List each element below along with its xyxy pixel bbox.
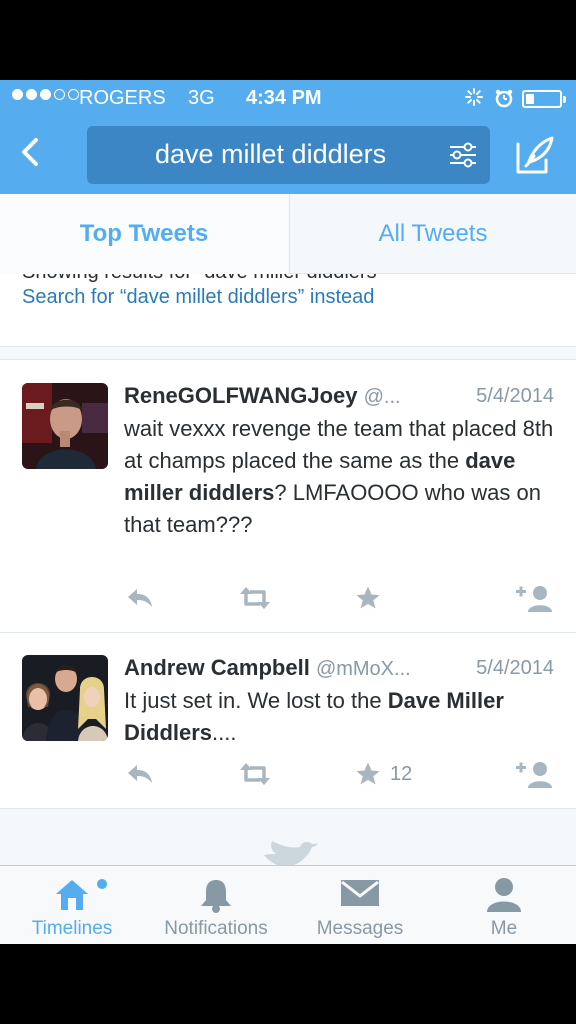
author-handle: @mMoX... [315, 658, 411, 680]
tweet-text-part: It just set in. We lost to the [124, 688, 388, 713]
back-button[interactable] [12, 132, 52, 172]
carrier-name: ROGERS [79, 87, 166, 109]
follow-button[interactable] [516, 759, 556, 789]
favorite-count: 12 [390, 762, 413, 785]
filter-sliders-icon[interactable] [448, 141, 478, 169]
signal-strength-icon [12, 89, 79, 100]
reply-button[interactable] [126, 759, 154, 789]
activity-spinner-icon [464, 87, 484, 113]
tweet-text-part: .... [212, 720, 237, 745]
follow-button[interactable] [516, 583, 556, 613]
showing-results-text: Showing results for “dave miller diddler… [22, 274, 383, 284]
end-of-results [0, 809, 576, 865]
envelope-icon [341, 880, 379, 906]
favorite-button[interactable] [354, 583, 382, 613]
retweet-icon [240, 587, 270, 609]
tweet-author[interactable]: ReneGOLFWANGJoey @... [124, 383, 401, 409]
network-type: 3G [188, 87, 215, 109]
tweet-date: 5/4/2014 [476, 657, 554, 679]
status-bar: ROGERS 3G 4:34 PM [0, 80, 576, 116]
twitter-bird-icon [264, 841, 318, 865]
tweet-actions: 12 [124, 759, 564, 789]
spelling-suggestion: Showing results for “dave miller diddler… [0, 274, 576, 346]
compose-button[interactable] [514, 134, 556, 176]
tab-timelines[interactable]: Timelines [0, 866, 144, 944]
tab-label: Notifications [164, 918, 268, 939]
tab-top-tweets[interactable]: Top Tweets [0, 194, 288, 274]
tab-all-tweets[interactable]: All Tweets [289, 194, 576, 274]
author-handle: @... [363, 386, 401, 408]
search-query-text: dave millet diddlers [155, 139, 387, 169]
reply-icon [128, 765, 152, 783]
reply-icon [128, 589, 152, 607]
tab-messages[interactable]: Messages [288, 866, 432, 944]
retweet-icon [240, 763, 270, 785]
favorite-button[interactable]: 12 [354, 759, 412, 789]
tweet-text: wait vexxx revenge the team that placed … [124, 413, 554, 541]
bell-icon [201, 880, 231, 913]
tab-me[interactable]: Me [432, 866, 576, 944]
star-icon [356, 586, 380, 609]
section-divider [0, 346, 576, 360]
tab-label: Messages [316, 918, 404, 939]
tweet-card[interactable]: Andrew Campbell @mMoX... 5/4/2014 It jus… [0, 633, 576, 809]
add-user-icon [516, 762, 552, 788]
add-user-icon [516, 586, 552, 612]
avatar[interactable] [22, 383, 108, 469]
results-tabs: Top Tweets All Tweets [0, 194, 576, 274]
tweet-card[interactable]: ReneGOLFWANGJoey @... 5/4/2014 wait vexx… [0, 361, 576, 633]
tweet-actions [124, 583, 564, 613]
compose-quill-icon [516, 136, 554, 174]
app-screen: ROGERS 3G 4:34 PM dave millet diddlers T… [0, 80, 576, 944]
person-icon [487, 878, 521, 912]
alarm-clock-icon [494, 88, 514, 114]
chevron-left-icon [22, 138, 38, 166]
author-name: ReneGOLFWANGJoey [124, 383, 358, 408]
tweet-date: 5/4/2014 [476, 385, 554, 407]
retweet-button[interactable] [238, 759, 272, 789]
tab-label: Timelines [31, 918, 113, 939]
tweet-text: It just set in. We lost to the Dave Mill… [124, 685, 554, 749]
search-instead-link[interactable]: Search for “dave millet diddlers” instea… [22, 286, 374, 309]
star-icon [356, 762, 380, 785]
retweet-button[interactable] [238, 583, 272, 613]
bottom-tab-bar: Timelines Notifications Messages Me [0, 865, 576, 944]
battery-icon [522, 90, 566, 108]
tab-notifications[interactable]: Notifications [144, 866, 288, 944]
avatar[interactable] [22, 655, 108, 741]
search-field[interactable]: dave millet diddlers [87, 126, 490, 184]
status-time: 4:34 PM [246, 87, 322, 109]
nav-bar: dave millet diddlers [0, 116, 576, 194]
tab-label: Me [490, 918, 518, 939]
tweet-author[interactable]: Andrew Campbell @mMoX... [124, 655, 411, 681]
new-tweets-indicator [97, 879, 107, 889]
author-name: Andrew Campbell [124, 655, 310, 680]
home-icon [56, 880, 88, 910]
reply-button[interactable] [126, 583, 154, 613]
